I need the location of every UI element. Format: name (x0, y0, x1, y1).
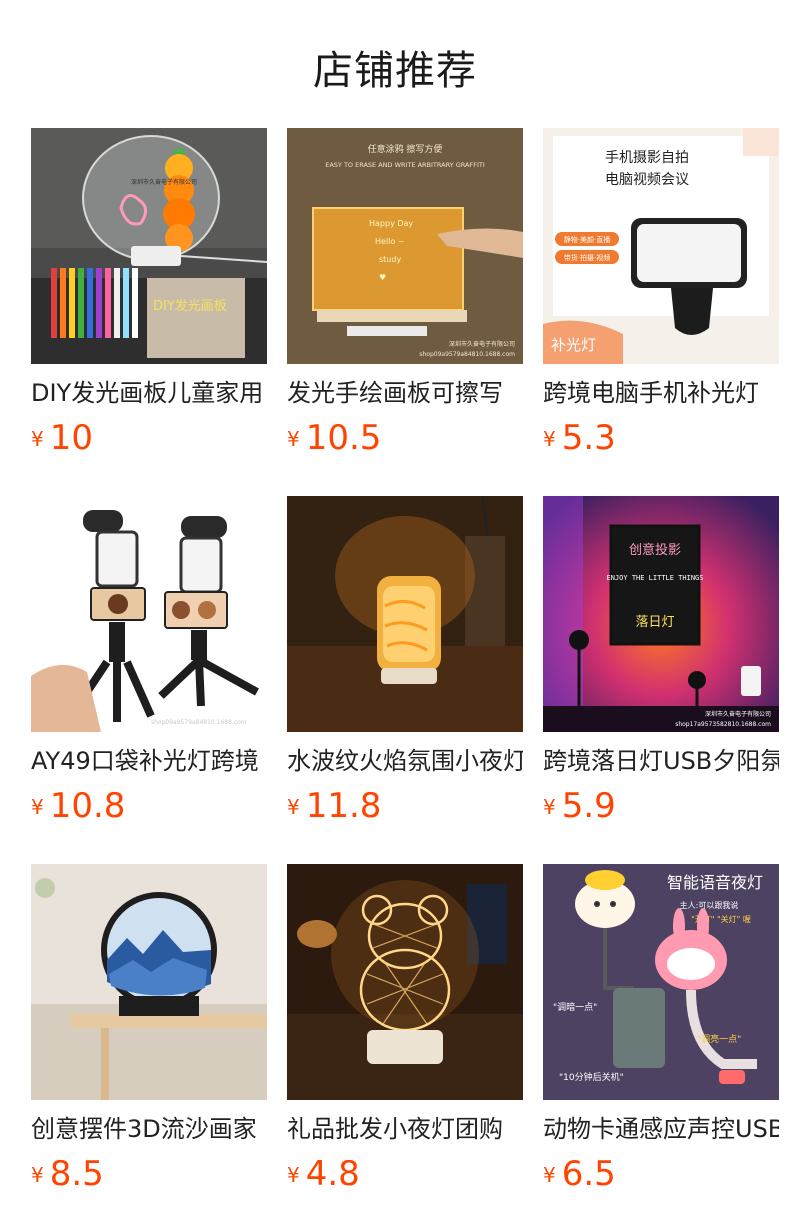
product-price: ¥10.5 (287, 418, 381, 458)
product-name[interactable]: 礼品批发小夜灯团购 (287, 1112, 523, 1148)
product-name[interactable]: DIY发光画板儿童家用 (31, 376, 267, 412)
price-value: 10.8 (49, 786, 126, 826)
product-card[interactable]: 智能语音夜灯 主人:可以跟我说 "开灯" "关灯" 喔 "调暗一点" "调亮一点… (543, 864, 779, 1204)
overlay-text: 主人:可以跟我说 (680, 900, 739, 910)
product-card[interactable]: 创意投影 ENJOY THE LITTLE THINGS 落日灯 深圳市久奋电子… (543, 496, 779, 836)
overlay-text: 智能语音夜灯 (667, 873, 763, 892)
currency-symbol: ¥ (543, 795, 556, 819)
svg-text:Hello ~: Hello ~ (375, 237, 405, 246)
overlay-text: 创意投影 (629, 542, 681, 558)
overlay-text: "10分钟后关机" (559, 1071, 624, 1083)
price-value: 10 (49, 418, 93, 458)
svg-text:shop09a9579a84810.1688.com: shop09a9579a84810.1688.com (151, 719, 247, 726)
svg-text:Happy Day: Happy Day (369, 219, 413, 228)
price-value: 10.5 (305, 418, 382, 458)
overlay-text: 电脑视频会议 (605, 172, 689, 188)
svg-text:♥: ♥ (379, 273, 386, 282)
product-card[interactable]: DIY发光画板 深圳市久奋电子有限公司 DIY发光画板儿童家用 ¥10 (31, 128, 267, 468)
product-name[interactable]: 创意摆件3D流沙画家 (31, 1112, 267, 1148)
product-card[interactable]: 任意涂鸦 擦写方便 EASY TO ERASE AND WRITE ARBITR… (287, 128, 523, 468)
product-name[interactable]: 跨境落日灯USB夕阳氛 (543, 744, 779, 780)
product-price: ¥11.8 (287, 786, 381, 826)
svg-text:shop17a9573582810.1688.com: shop17a9573582810.1688.com (675, 721, 771, 728)
overlay-text: 深圳市久奋电子有限公司 (705, 710, 771, 718)
product-price: ¥5.3 (543, 418, 616, 458)
product-card[interactable]: 创意摆件3D流沙画家 ¥8.5 (31, 864, 267, 1204)
currency-symbol: ¥ (31, 1163, 44, 1187)
product-image[interactable] (287, 864, 523, 1100)
product-image[interactable]: 创意投影 ENJOY THE LITTLE THINGS 落日灯 深圳市久奋电子… (543, 496, 779, 732)
currency-symbol: ¥ (287, 427, 300, 451)
price-value: 4.8 (305, 1154, 360, 1194)
product-image[interactable]: DIY发光画板 深圳市久奋电子有限公司 (31, 128, 267, 364)
product-price: ¥5.9 (543, 786, 616, 826)
overlay-text: 深圳市久奋电子有限公司 (131, 178, 197, 186)
price-value: 11.8 (305, 786, 382, 826)
product-image[interactable]: 手机摄影自拍 电脑视频会议 静物·美颜·直播 带货·拍摄·视频 补光灯 (543, 128, 779, 364)
product-card[interactable]: 水波纹火焰氛围小夜灯 ¥11.8 (287, 496, 523, 836)
product-price: ¥4.8 (287, 1154, 360, 1194)
overlay-text: EASY TO ERASE AND WRITE ARBITRARY GRAFFI… (325, 161, 485, 169)
currency-symbol: ¥ (287, 795, 300, 819)
product-name[interactable]: 动物卡通感应声控USB (543, 1112, 779, 1148)
currency-symbol: ¥ (31, 795, 44, 819)
overlay-text: 静物·美颜·直播 (564, 235, 610, 244)
overlay-text: 补光灯 (551, 336, 596, 354)
product-name[interactable]: 跨境电脑手机补光灯 (543, 376, 779, 412)
product-card[interactable]: shop09a9579a84810.1688.com AY49口袋补光灯跨境 ¥… (31, 496, 267, 836)
product-image[interactable] (31, 864, 267, 1100)
overlay-text: shop09a9579a84810.1688.com (419, 351, 515, 358)
product-image[interactable]: shop09a9579a84810.1688.com (31, 496, 267, 732)
overlay-text: DIY发光画板 (153, 298, 227, 314)
product-image[interactable]: 任意涂鸦 擦写方便 EASY TO ERASE AND WRITE ARBITR… (287, 128, 523, 364)
product-price: ¥6.5 (543, 1154, 616, 1194)
section-title: 店铺推荐 (313, 48, 477, 94)
product-name[interactable]: 发光手绘画板可擦写 (287, 376, 523, 412)
price-value: 6.5 (561, 1154, 616, 1194)
product-name[interactable]: AY49口袋补光灯跨境 (31, 744, 267, 780)
currency-symbol: ¥ (31, 427, 44, 451)
product-price: ¥10 (31, 418, 93, 458)
overlay-text: "调暗一点" (553, 1001, 597, 1013)
svg-text:study: study (379, 255, 401, 264)
product-price: ¥10.8 (31, 786, 125, 826)
product-card[interactable]: 手机摄影自拍 电脑视频会议 静物·美颜·直播 带货·拍摄·视频 补光灯 跨境电脑… (543, 128, 779, 468)
overlay-text: 深圳市久奋电子有限公司 (449, 340, 515, 348)
product-name[interactable]: 水波纹火焰氛围小夜灯 (287, 744, 523, 780)
overlay-text: ENJOY THE LITTLE THINGS (607, 574, 704, 582)
price-value: 5.9 (561, 786, 616, 826)
product-card[interactable]: 礼品批发小夜灯团购 ¥4.8 (287, 864, 523, 1204)
overlay-text: 任意涂鸦 擦写方便 (368, 143, 443, 155)
overlay-text: 落日灯 (635, 615, 674, 630)
price-value: 5.3 (561, 418, 616, 458)
overlay-text: "调亮一点" (697, 1033, 741, 1045)
overlay-text: 带货·拍摄·视频 (564, 253, 610, 262)
currency-symbol: ¥ (287, 1163, 300, 1187)
currency-symbol: ¥ (543, 1163, 556, 1187)
product-image[interactable]: 智能语音夜灯 主人:可以跟我说 "开灯" "关灯" 喔 "调暗一点" "调亮一点… (543, 864, 779, 1100)
product-price: ¥8.5 (31, 1154, 104, 1194)
currency-symbol: ¥ (543, 427, 556, 451)
product-image[interactable] (287, 496, 523, 732)
price-value: 8.5 (49, 1154, 104, 1194)
overlay-text: 手机摄影自拍 (605, 150, 689, 166)
